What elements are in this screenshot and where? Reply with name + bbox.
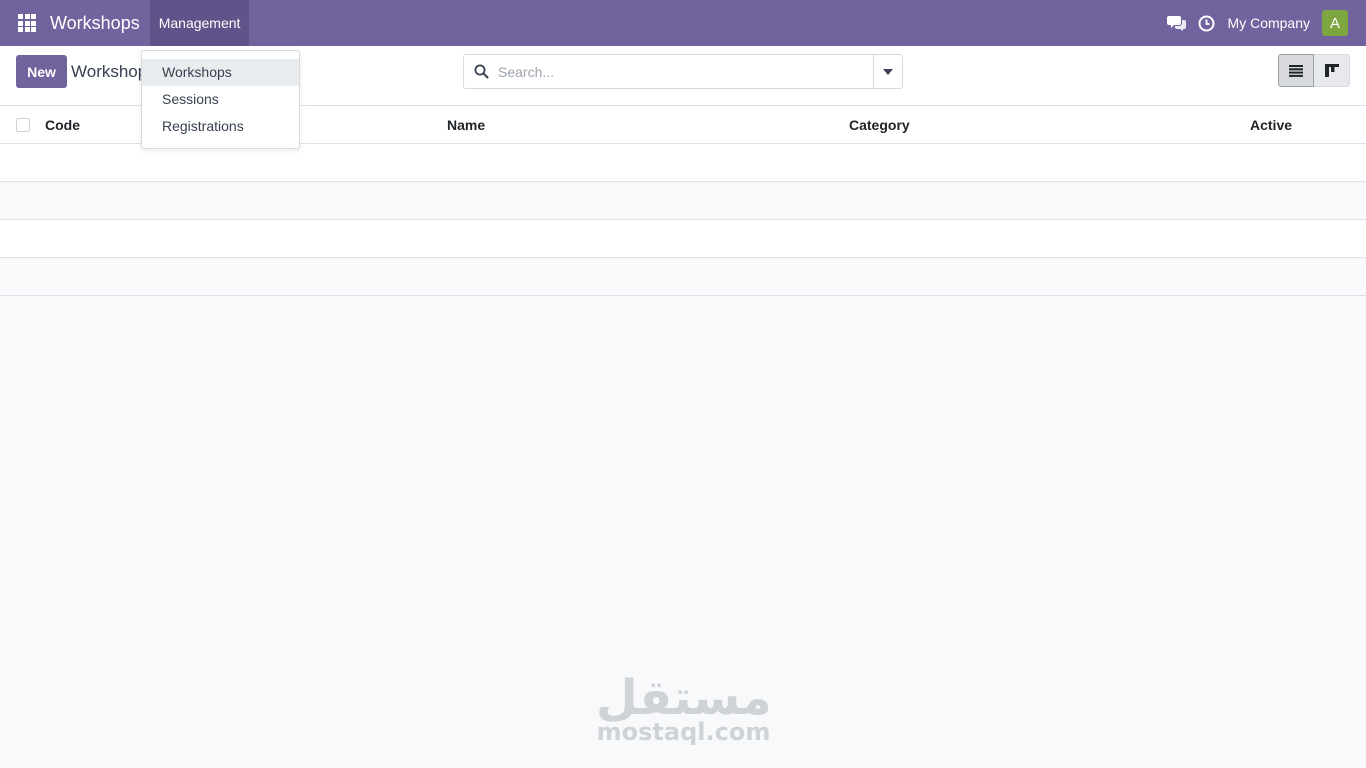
menu-item-registrations[interactable]: Registrations: [142, 113, 299, 140]
app-brand[interactable]: Workshops: [50, 13, 140, 34]
table-row: [0, 182, 1366, 220]
list-view-icon: [1289, 64, 1303, 77]
clock-icon[interactable]: [1192, 0, 1222, 46]
search-bar: [463, 54, 903, 89]
kanban-view-icon: [1324, 64, 1339, 77]
search-options-toggle[interactable]: [873, 55, 902, 88]
table-row: [0, 220, 1366, 258]
table-row: [0, 144, 1366, 182]
chat-icon[interactable]: [1162, 0, 1192, 46]
select-all-checkbox[interactable]: [16, 118, 30, 132]
column-header-code[interactable]: Code: [45, 117, 80, 133]
caret-down-icon: [883, 68, 893, 75]
top-navbar: Workshops Management My Company A: [0, 0, 1366, 46]
watermark-latin: mostaql.com: [596, 718, 771, 746]
user-avatar[interactable]: A: [1322, 10, 1348, 36]
navbar-systray: My Company A: [1162, 0, 1348, 46]
management-menu[interactable]: Management: [149, 0, 250, 46]
view-switcher: [1278, 54, 1350, 87]
watermark-arabic: مستقل: [596, 670, 772, 726]
search-input[interactable]: [498, 55, 873, 88]
apps-menu-icon[interactable]: [4, 0, 50, 46]
new-button[interactable]: New: [16, 55, 67, 88]
menu-item-workshops[interactable]: Workshops: [142, 59, 299, 86]
watermark-logo: مستقل mostaql.com: [596, 670, 772, 746]
column-header-active[interactable]: Active: [1250, 117, 1292, 133]
management-dropdown: Workshops Sessions Registrations: [141, 50, 300, 149]
search-icon: [464, 64, 498, 79]
company-switcher[interactable]: My Company: [1228, 15, 1310, 31]
list-view-button[interactable]: [1278, 54, 1314, 87]
menu-item-sessions[interactable]: Sessions: [142, 86, 299, 113]
breadcrumb-title: Workshop: [71, 62, 148, 81]
kanban-view-button[interactable]: [1314, 54, 1350, 87]
column-header-category[interactable]: Category: [849, 117, 910, 133]
column-header-name[interactable]: Name: [447, 117, 485, 133]
table-row: [0, 258, 1366, 296]
